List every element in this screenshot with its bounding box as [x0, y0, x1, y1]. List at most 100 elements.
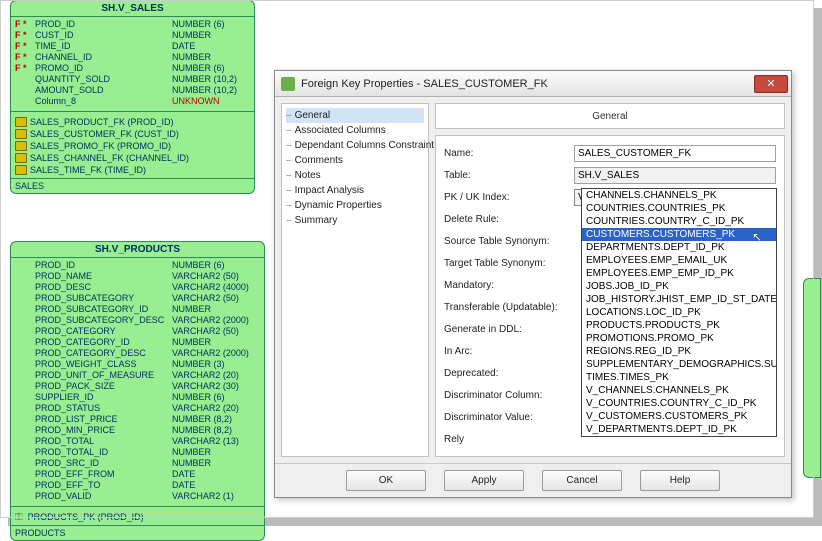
- dropdown-item[interactable]: PROMOTIONS.PROMO_PK: [582, 332, 776, 345]
- column-row[interactable]: QUANTITY_SOLDNUMBER (10,2): [15, 74, 250, 85]
- dropdown-item[interactable]: SUPPLEMENTARY_DEMOGRAPHICS.SUPP_DEMO_PK: [582, 358, 776, 371]
- column-row[interactable]: PROD_EFF_TODATE: [15, 480, 260, 491]
- column-name: PROD_STATUS: [35, 403, 170, 414]
- column-row[interactable]: PROD_CATEGORYVARCHAR2 (50): [15, 326, 260, 337]
- column-type: VARCHAR2 (30): [172, 381, 239, 392]
- column-row[interactable]: SUPPLIER_IDNUMBER (6): [15, 392, 260, 403]
- fk-row[interactable]: SALES_CHANNEL_FK (CHANNEL_ID): [15, 152, 250, 164]
- dropdown-item[interactable]: DEPARTMENTS.DEPT_ID_PK: [582, 241, 776, 254]
- label-tgt-synonym: Target Table Synonym:: [444, 258, 574, 269]
- column-row[interactable]: PROD_SRC_IDNUMBER: [15, 458, 260, 469]
- nav-item[interactable]: –Associated Columns: [286, 123, 424, 138]
- dropdown-item[interactable]: TIMES.TIMES_PK: [582, 371, 776, 384]
- dropdown-item[interactable]: JOBS.JOB_ID_PK: [582, 280, 776, 293]
- column-row[interactable]: PROD_STATUSVARCHAR2 (20): [15, 403, 260, 414]
- column-type: NUMBER (6): [172, 63, 225, 74]
- dropdown-item[interactable]: COUNTRIES.COUNTRY_C_ID_PK: [582, 215, 776, 228]
- nav-item[interactable]: –Notes: [286, 168, 424, 183]
- dropdown-item[interactable]: CHANNELS.CHANNELS_PK: [582, 189, 776, 202]
- dialog-titlebar[interactable]: Foreign Key Properties - SALES_CUSTOMER_…: [275, 71, 791, 97]
- dropdown-item[interactable]: JOB_HISTORY.JHIST_EMP_ID_ST_DATE_PK: [582, 293, 776, 306]
- column-row[interactable]: PROD_PACK_SIZEVARCHAR2 (30): [15, 381, 260, 392]
- fk-row[interactable]: SALES_PROMO_FK (PROMO_ID): [15, 140, 250, 152]
- dropdown-item[interactable]: V_CUSTOMERS.CUSTOMERS_PK: [582, 410, 776, 423]
- column-row[interactable]: F *CUST_IDNUMBER: [15, 30, 250, 41]
- nav-item[interactable]: –Dependant Columns Constraint: [286, 138, 424, 153]
- fk-label: SALES_PROMO_FK (PROMO_ID): [30, 141, 171, 151]
- column-row[interactable]: PROD_DESCVARCHAR2 (4000): [15, 282, 260, 293]
- column-row[interactable]: F *CHANNEL_IDNUMBER: [15, 52, 250, 63]
- ok-button[interactable]: OK: [346, 470, 426, 491]
- nav-item[interactable]: –Summary: [286, 213, 424, 228]
- nav-item[interactable]: –Dynamic Properties: [286, 198, 424, 213]
- dropdown-item[interactable]: REGIONS.REG_ID_PK: [582, 345, 776, 358]
- column-row[interactable]: PROD_LIST_PRICENUMBER (8,2): [15, 414, 260, 425]
- nav-item[interactable]: –General: [286, 108, 424, 123]
- input-name[interactable]: [574, 145, 776, 162]
- column-name: PROD_CATEGORY: [35, 326, 170, 337]
- close-button[interactable]: ✕: [754, 75, 788, 93]
- column-name: PROD_CATEGORY_DESC: [35, 348, 170, 359]
- column-name: PROD_VALID: [35, 491, 170, 502]
- column-row[interactable]: PROD_SUBCATEGORY_DESCVARCHAR2 (2000): [15, 315, 260, 326]
- fk-row[interactable]: SALES_PRODUCT_FK (PROD_ID): [15, 116, 250, 128]
- column-row[interactable]: PROD_NAMEVARCHAR2 (50): [15, 271, 260, 282]
- dropdown-item[interactable]: COUNTRIES.COUNTRIES_PK: [582, 202, 776, 215]
- column-row[interactable]: PROD_CATEGORY_IDNUMBER: [15, 337, 260, 348]
- dropdown-item[interactable]: V_COUNTRIES.COUNTRY_C_ID_PK: [582, 397, 776, 410]
- nav-item[interactable]: –Impact Analysis: [286, 183, 424, 198]
- column-row[interactable]: AMOUNT_SOLDNUMBER (10,2): [15, 85, 250, 96]
- column-name: PROD_NAME: [35, 271, 170, 282]
- label-pk-index: PK / UK Index:: [444, 192, 574, 203]
- column-row[interactable]: PROD_IDNUMBER (6): [15, 260, 260, 271]
- apply-button[interactable]: Apply: [444, 470, 524, 491]
- column-name: PROD_WEIGHT_CLASS: [35, 359, 170, 370]
- entity-products[interactable]: SH.V_PRODUCTS PROD_IDNUMBER (6)PROD_NAME…: [10, 241, 265, 541]
- column-row[interactable]: F *TIME_IDDATE: [15, 41, 250, 52]
- column-name: PROD_MIN_PRICE: [35, 425, 170, 436]
- column-row[interactable]: PROD_EFF_FROMDATE: [15, 469, 260, 480]
- column-name: PROD_ID: [35, 260, 170, 271]
- column-name: Column_8: [35, 96, 170, 107]
- column-type: DATE: [172, 469, 195, 480]
- dropdown-item[interactable]: V_CHANNELS.CHANNELS_PK: [582, 384, 776, 397]
- column-row[interactable]: F *PROD_IDNUMBER (6): [15, 19, 250, 30]
- fk-row[interactable]: SALES_CUSTOMER_FK (CUST_ID): [15, 128, 250, 140]
- column-row[interactable]: F *PROMO_IDNUMBER (6): [15, 63, 250, 74]
- label-disc-value: Discriminator Value:: [444, 412, 574, 423]
- entity-sales[interactable]: SH.V_SALES F *PROD_IDNUMBER (6)F *CUST_I…: [10, 0, 255, 194]
- pk-index-dropdown[interactable]: CHANNELS.CHANNELS_PKCOUNTRIES.COUNTRIES_…: [581, 188, 777, 437]
- fk-row[interactable]: SALES_TIME_FK (TIME_ID): [15, 164, 250, 176]
- column-row[interactable]: PROD_SUBCATEGORY_IDNUMBER: [15, 304, 260, 315]
- column-row[interactable]: PROD_TOTALVARCHAR2 (13): [15, 436, 260, 447]
- nav-item[interactable]: –Comments: [286, 153, 424, 168]
- help-button[interactable]: Help: [640, 470, 720, 491]
- dropdown-item[interactable]: LOCATIONS.LOC_ID_PK: [582, 306, 776, 319]
- diagram-canvas[interactable]: SH.V_SALES F *PROD_IDNUMBER (6)F *CUST_I…: [0, 0, 822, 526]
- entity-offscreen[interactable]: [803, 278, 821, 478]
- dropdown-item[interactable]: PRODUCTS.PRODUCTS_PK: [582, 319, 776, 332]
- column-row[interactable]: PROD_WEIGHT_CLASSNUMBER (3): [15, 359, 260, 370]
- dropdown-item[interactable]: CUSTOMERS.CUSTOMERS_PK: [582, 228, 776, 241]
- column-row[interactable]: PROD_MIN_PRICENUMBER (8,2): [15, 425, 260, 436]
- column-row[interactable]: PROD_VALIDVARCHAR2 (1): [15, 491, 260, 502]
- column-row[interactable]: Column_8UNKNOWN: [15, 96, 250, 107]
- column-row[interactable]: PROD_SUBCATEGORYVARCHAR2 (50): [15, 293, 260, 304]
- column-row[interactable]: PROD_UNIT_OF_MEASUREVARCHAR2 (20): [15, 370, 260, 381]
- cancel-button[interactable]: Cancel: [542, 470, 622, 491]
- dropdown-item[interactable]: EMPLOYEES.EMP_EMAIL_UK: [582, 254, 776, 267]
- fk-properties-dialog: Foreign Key Properties - SALES_CUSTOMER_…: [274, 70, 792, 498]
- column-name: PROD_PACK_SIZE: [35, 381, 170, 392]
- dropdown-item[interactable]: V_DEPARTMENTS.DEPT_ID_PK: [582, 423, 776, 436]
- column-row[interactable]: PROD_CATEGORY_DESCVARCHAR2 (2000): [15, 348, 260, 359]
- fk-icon: [15, 153, 27, 163]
- dropdown-item[interactable]: EMPLOYEES.EMP_EMP_ID_PK: [582, 267, 776, 280]
- column-type: VARCHAR2 (50): [172, 326, 239, 337]
- entity-sales-columns: F *PROD_IDNUMBER (6)F *CUST_IDNUMBERF *T…: [11, 17, 254, 109]
- nav-item-label: Notes: [295, 170, 321, 181]
- column-row[interactable]: PROD_TOTAL_IDNUMBER: [15, 447, 260, 458]
- column-name: QUANTITY_SOLD: [35, 74, 170, 85]
- entity-sales-footer: SALES: [11, 178, 254, 193]
- column-name: PROMO_ID: [35, 63, 170, 74]
- nav-item-label: Associated Columns: [295, 125, 386, 136]
